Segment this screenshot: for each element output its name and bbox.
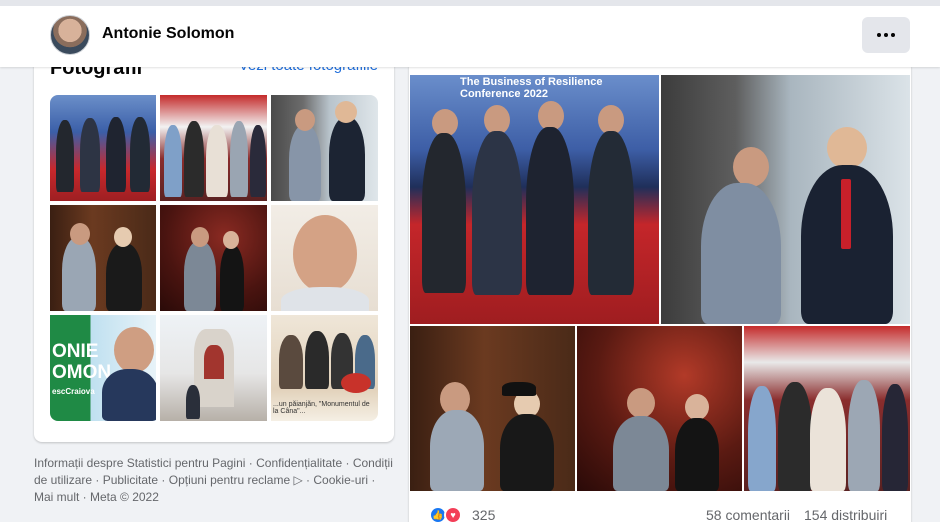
footer-link-insights[interactable]: Informații despre Statistici pentru Pagi… bbox=[34, 456, 245, 470]
photo-thumbnail-conference[interactable] bbox=[50, 95, 156, 201]
footer-link-cookies[interactable]: Cookie-uri bbox=[313, 473, 368, 487]
post-photo-red-stage[interactable] bbox=[577, 326, 742, 491]
photos-grid: ONIE OMON escCraiova ...un păianjăn, "Mo… bbox=[50, 95, 378, 421]
love-icon[interactable]: ♥ bbox=[444, 506, 462, 522]
post-card: The Business of Resilience Conference 20… bbox=[409, 60, 911, 522]
footer-copyright: Meta © 2022 bbox=[90, 490, 159, 504]
post-stats-row: 👍 ♥ 325 58 comentarii 154 distribuiri bbox=[409, 500, 911, 522]
photo-thumbnail-monument[interactable] bbox=[160, 315, 267, 421]
shares-count[interactable]: 154 distribuiri bbox=[804, 507, 887, 522]
poster-text-line2: OMON bbox=[52, 362, 112, 383]
footer-link-more[interactable]: Mai mult bbox=[34, 490, 79, 504]
photo-thumbnail-campaign-poster[interactable]: ONIE OMON escCraiova bbox=[50, 315, 156, 421]
adchoices-icon: ▷ bbox=[290, 473, 303, 487]
poster-text-line1: ONIE bbox=[52, 341, 99, 362]
more-options-button[interactable] bbox=[862, 17, 910, 53]
post-photo-conference[interactable]: The Business of Resilience Conference 20… bbox=[410, 75, 659, 324]
post-photo-wax-politician[interactable] bbox=[661, 75, 910, 324]
footer-link-ad-choices[interactable]: Opțiuni pentru reclame bbox=[169, 473, 290, 487]
profile-name[interactable]: Antonie Solomon bbox=[102, 25, 234, 43]
photo-thumbnail-portrait[interactable] bbox=[271, 205, 378, 311]
photo-thumbnail-red-stage[interactable] bbox=[160, 205, 267, 311]
poster-text-line3: escCraiova bbox=[52, 387, 95, 396]
reaction-count[interactable]: 325 bbox=[472, 507, 495, 522]
post-photo-wax-royals[interactable] bbox=[744, 326, 910, 491]
conference-banner-line2: Conference 2022 bbox=[460, 88, 549, 100]
footer-link-privacy[interactable]: Confidențialitate bbox=[256, 456, 342, 470]
photo-thumbnail-wax-politician[interactable] bbox=[271, 95, 378, 201]
photo-thumbnail-wax-royals[interactable] bbox=[160, 95, 267, 201]
comments-count[interactable]: 58 comentarii bbox=[706, 507, 790, 522]
family-photo-caption: ...un păianjăn, "Monumentul de la Câna".… bbox=[273, 401, 370, 415]
post-photo-wax-chaplin[interactable] bbox=[410, 326, 575, 491]
photo-thumbnail-wax-chaplin[interactable] bbox=[50, 205, 156, 311]
ellipsis-icon bbox=[877, 33, 881, 37]
page-footer: Informații despre Statistici pentru Pagi… bbox=[34, 456, 393, 504]
profile-header-bar: Antonie Solomon bbox=[0, 0, 940, 67]
photos-card: Fotografii Vezi toate fotografiile bbox=[34, 40, 394, 442]
profile-avatar[interactable] bbox=[50, 15, 90, 55]
footer-link-advertising[interactable]: Publicitate bbox=[103, 473, 158, 487]
photo-thumbnail-family[interactable]: ...un păianjăn, "Monumentul de la Câna".… bbox=[271, 315, 378, 421]
